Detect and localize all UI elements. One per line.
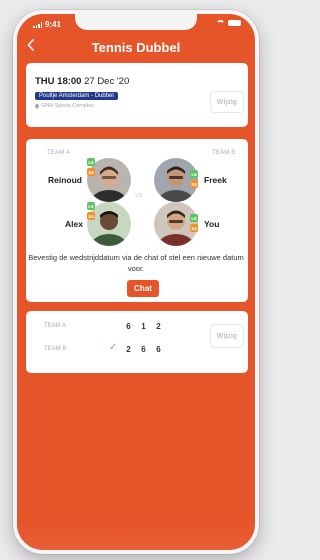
team-a-label: TEAM A: [47, 150, 71, 156]
team-a-set-3: 2: [156, 322, 161, 331]
wifi-icon: [216, 20, 225, 26]
match-date: 27 Dec '20: [84, 76, 130, 87]
status-bar: 9:41: [17, 14, 255, 36]
nav-bar: Tennis Dubbel: [13, 36, 259, 60]
player-name: Alex: [65, 219, 83, 229]
level-badge: L6: [87, 202, 95, 210]
status-time: 9:41: [45, 20, 62, 29]
level-badge: L6: [87, 158, 95, 166]
league-badge: Poultje Amsterdam - Dubbel: [35, 92, 118, 100]
edit-match-button[interactable]: Wijzig: [210, 91, 244, 113]
level-badge: L6: [190, 170, 198, 178]
score-team-a-label: TEAM A: [44, 323, 67, 329]
team-a-set-2: 1: [141, 322, 146, 331]
rating-badge: S4: [87, 212, 95, 220]
score-team-b-label: TEAM B: [44, 346, 67, 352]
page-title: Tennis Dubbel: [91, 40, 181, 55]
signal-icon: [33, 21, 42, 28]
battery-icon: [228, 20, 241, 26]
player-name: Freek: [204, 175, 227, 185]
team-b-set-2: 6: [141, 345, 146, 354]
player-name: You: [204, 219, 220, 229]
venue-name: GNH Sports Complex: [41, 103, 94, 109]
notch: [75, 14, 197, 30]
location-pin-icon: [34, 103, 40, 109]
check-icon: ✓: [109, 342, 118, 353]
match-day-time: THU 18:00: [35, 76, 82, 87]
rating-badge: S4: [190, 180, 198, 188]
chat-button[interactable]: Chat: [127, 280, 159, 297]
rating-badge: S4: [87, 168, 95, 176]
match-info-card: THU 18:00 27 Dec '20 Poultje Amsterdam -…: [26, 63, 248, 127]
level-badge: L6: [190, 214, 198, 222]
vs-label: VS: [135, 193, 143, 199]
team-a-set-1: 6: [126, 322, 131, 331]
player-name: Reinoud: [48, 175, 82, 185]
team-b-set-1: 2: [126, 345, 131, 354]
team-b-set-3: 6: [156, 345, 161, 354]
team-b-label: TEAM B: [212, 150, 236, 156]
confirm-date-hint: Bevestig de wedstrijddatum via de chat o…: [28, 253, 244, 273]
edit-score-button[interactable]: Wijzig: [210, 324, 244, 348]
rating-badge: S4: [190, 224, 198, 232]
